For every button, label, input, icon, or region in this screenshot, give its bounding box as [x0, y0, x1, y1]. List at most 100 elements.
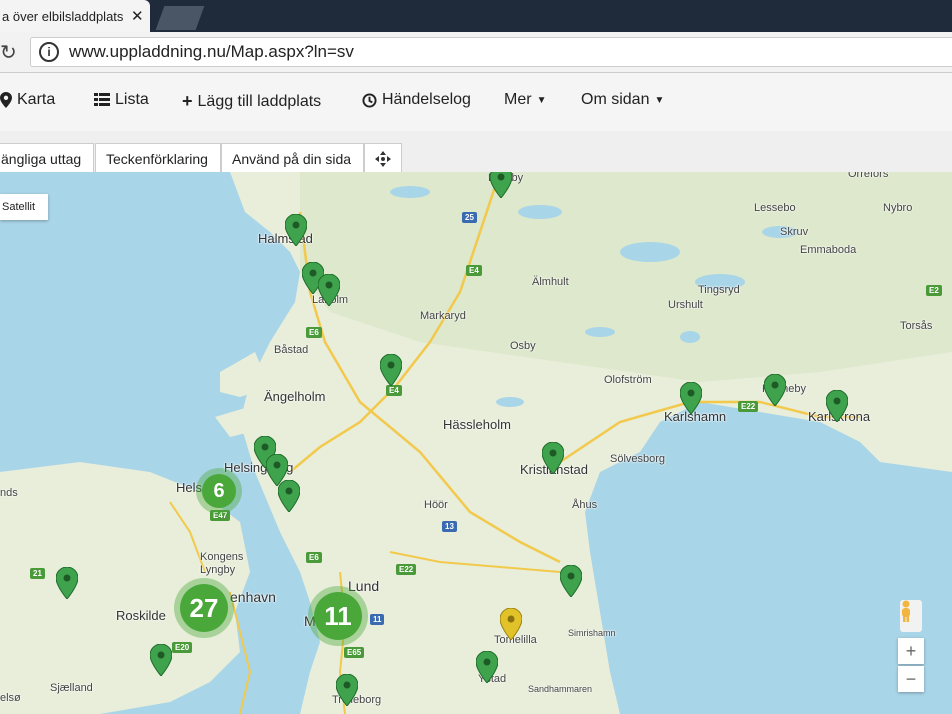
- plus-icon: +: [182, 91, 193, 111]
- charging-marker[interactable]: [542, 442, 564, 474]
- url-text: www.uppladdning.nu/Map.aspx?ln=sv: [69, 42, 354, 61]
- place-bastad: Båstad: [274, 344, 309, 356]
- place-nds: nds: [0, 487, 18, 499]
- satellite-toggle[interactable]: Satellit: [0, 194, 48, 220]
- place-emmaboda: Emmaboda: [800, 244, 857, 256]
- caret-down-icon: ▼: [536, 94, 547, 106]
- map-canvas[interactable]: Halmstad Laholm Båstad Ängelholm Helsing…: [0, 172, 952, 714]
- clock-icon: [362, 92, 377, 108]
- charging-marker-yellow[interactable]: [500, 608, 522, 640]
- nav-lista[interactable]: Lista: [94, 91, 149, 109]
- outlets-button[interactable]: ängliga uttag: [0, 143, 94, 175]
- place-almhult: Älmhult: [532, 276, 569, 288]
- road-shield-e4-south: E4: [386, 385, 402, 396]
- nav-handelselog[interactable]: Händelselog: [362, 91, 471, 109]
- charging-marker[interactable]: [285, 214, 307, 246]
- charging-marker[interactable]: [318, 274, 340, 306]
- zoom-in-button[interactable]: +: [898, 638, 924, 664]
- road-shield-e65: E65: [344, 647, 365, 658]
- nav-handelselog-label: Händelselog: [382, 91, 471, 108]
- place-orrefors: Orrefors: [848, 172, 889, 180]
- nav-mer-label: Mer: [504, 91, 532, 108]
- close-icon[interactable]: ✕: [131, 7, 144, 25]
- tab-title: a över elbilsladdplats: [2, 8, 124, 24]
- legend-button[interactable]: Teckenförklaring: [95, 143, 221, 175]
- map-pin-icon: [0, 92, 12, 108]
- list-icon: [94, 93, 110, 106]
- place-sandhammaren: Sandhammaren: [528, 684, 593, 694]
- road-shield-e20: E20: [172, 642, 193, 653]
- url-field[interactable]: i www.uppladdning.nu/Map.aspx?ln=sv: [30, 37, 952, 67]
- charging-marker[interactable]: [560, 565, 582, 597]
- crosshair-icon: [375, 151, 391, 167]
- nav-om-sidan-label: Om sidan: [581, 91, 650, 108]
- road-shield-e22-south: E22: [396, 564, 417, 575]
- nav-om-sidan-dropdown[interactable]: Om sidan ▼: [581, 91, 664, 109]
- road-shield-13: 13: [442, 521, 457, 532]
- embed-button[interactable]: Använd på din sida: [221, 143, 364, 175]
- street-view-pegman-icon[interactable]: [900, 600, 922, 632]
- place-tingsryd: Tingsryd: [698, 284, 740, 296]
- charging-marker[interactable]: [56, 567, 78, 599]
- place-roskilde: Roskilde: [116, 608, 166, 623]
- road-shield-e22-east: E2: [926, 285, 942, 296]
- road-shield-e6: E6: [306, 327, 322, 338]
- place-hassleholm: Hässleholm: [443, 417, 511, 432]
- place-nybro: Nybro: [883, 202, 913, 214]
- road-shield-21: 21: [30, 568, 45, 579]
- charging-marker[interactable]: [476, 651, 498, 683]
- place-solvesborg: Sölvesborg: [610, 453, 666, 465]
- road-shield-25: 25: [462, 212, 477, 223]
- caret-down-icon: ▼: [654, 94, 665, 106]
- marker-cluster[interactable]: 6: [202, 474, 236, 508]
- marker-cluster[interactable]: 11: [314, 592, 362, 640]
- place-angelholm: Ängelholm: [264, 389, 326, 404]
- charging-marker[interactable]: [278, 480, 300, 512]
- nav-lagg-till-label: Lägg till laddplats: [197, 92, 322, 110]
- road-shield-e47: E47: [210, 510, 231, 521]
- nav-karta[interactable]: Karta: [0, 91, 55, 109]
- browser-tabstrip: a över elbilsladdplats ✕: [0, 0, 952, 32]
- nav-lista-label: Lista: [115, 91, 149, 108]
- place-hoor: Höör: [424, 499, 448, 511]
- reload-icon[interactable]: ↻: [0, 40, 17, 65]
- place-lessebo: Lessebo: [754, 202, 796, 214]
- pegman-icon: [902, 600, 910, 622]
- road-shield-e6-south: E6: [306, 552, 322, 563]
- place-ahus: Åhus: [572, 499, 598, 511]
- place-skruv: Skruv: [780, 226, 809, 238]
- place-simrishamn: Simrishamn: [568, 628, 616, 638]
- place-hels: Hels: [176, 480, 203, 495]
- charging-marker[interactable]: [336, 674, 358, 706]
- place-slagelse: elsø: [0, 692, 21, 704]
- info-icon[interactable]: i: [39, 42, 59, 62]
- nav-lagg-till[interactable]: + Lägg till laddplats: [182, 91, 321, 112]
- place-urshult: Urshult: [668, 299, 703, 311]
- locate-button[interactable]: [364, 143, 402, 175]
- charging-marker[interactable]: [150, 644, 172, 676]
- charging-marker[interactable]: [764, 374, 786, 406]
- zoom-out-button[interactable]: −: [898, 666, 924, 692]
- road-shield-e4: E4: [466, 265, 482, 276]
- charging-marker[interactable]: [380, 354, 402, 386]
- site-navbar: Karta Lista + Lägg till laddplats Händel…: [0, 73, 952, 132]
- place-osby: Osby: [510, 340, 536, 352]
- new-tab-button[interactable]: [155, 6, 205, 30]
- nav-mer-dropdown[interactable]: Mer ▼: [504, 91, 546, 109]
- place-sjaelland: Sjælland: [50, 682, 93, 694]
- nav-karta-label: Karta: [17, 91, 56, 108]
- place-olofstrom: Olofström: [604, 374, 652, 386]
- road-shield-11: 11: [370, 614, 385, 625]
- marker-cluster[interactable]: 27: [180, 584, 228, 632]
- charging-marker[interactable]: [826, 390, 848, 422]
- place-kobenhavn: enhavn: [230, 589, 276, 605]
- address-bar: ↻ i www.uppladdning.nu/Map.aspx?ln=sv: [0, 32, 952, 73]
- browser-tab[interactable]: a över elbilsladdplats ✕: [0, 0, 150, 32]
- charging-marker[interactable]: [680, 382, 702, 414]
- place-markaryd: Markaryd: [420, 310, 466, 322]
- map-toolbar: ängliga uttag Teckenförklaring Använd på…: [0, 131, 952, 175]
- place-torsas: Torsås: [900, 320, 933, 332]
- road-shield-e22: E22: [738, 401, 759, 412]
- place-kongens-lyngby: Kongens Lyngby: [200, 551, 244, 576]
- charging-marker[interactable]: [490, 172, 512, 198]
